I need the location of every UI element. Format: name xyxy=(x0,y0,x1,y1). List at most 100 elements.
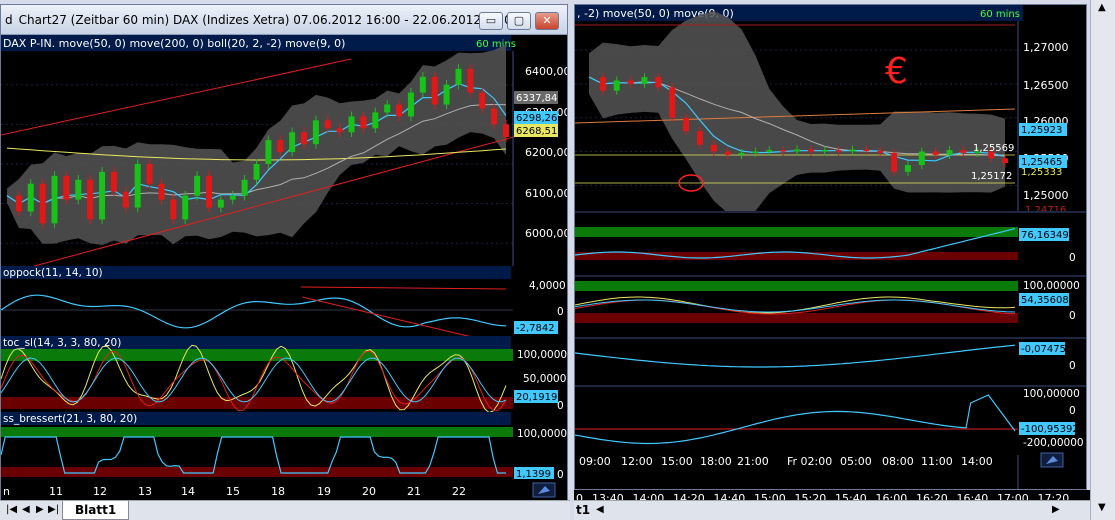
candle-body xyxy=(39,183,46,224)
coppock-tick: 0 xyxy=(557,306,564,318)
scroll-down-arrow[interactable]: ▼ xyxy=(1098,502,1106,513)
right-candle-body xyxy=(613,80,620,91)
right-candle-body xyxy=(877,150,884,153)
window-title-prefix: d xyxy=(5,12,13,27)
right-candle-body xyxy=(794,149,800,152)
stoch-value: 20,1919 xyxy=(516,392,557,403)
price-label-upper-band: 6337,84 xyxy=(516,93,557,104)
time-tick-label: 21 xyxy=(407,485,421,498)
right-candle-body xyxy=(932,151,939,155)
left-sheet-bar: |◀ ◀ ▶ ▶| Blatt1 xyxy=(0,500,570,520)
candle-body xyxy=(324,120,331,129)
right-time-tick-label: 08:00 xyxy=(882,455,914,468)
prev-sheet-button[interactable]: ◀ xyxy=(22,504,30,515)
right-candle-body xyxy=(655,77,662,88)
right-candle-body xyxy=(835,150,842,152)
panel4-value: -0,07475 xyxy=(1021,344,1066,355)
candle-body xyxy=(170,199,177,220)
candle-body xyxy=(479,92,486,109)
eurusd-window: , -2) move(50, 0) move(9, 0) 60 mins € 1… xyxy=(574,4,1087,490)
euro-annotation: € xyxy=(885,51,908,92)
time-tick-label: 18 xyxy=(271,485,285,498)
panel3-tick: 0 xyxy=(1069,310,1076,322)
right-price-label-d: 1,25333 xyxy=(1021,167,1062,178)
candle-body xyxy=(289,132,296,153)
right-time-tick-label: 18:00 xyxy=(700,455,732,468)
candle-body xyxy=(205,175,212,208)
right-time-tick-label: 14:00 xyxy=(961,455,993,468)
close-button[interactable]: ✕ xyxy=(535,12,559,30)
candle-body xyxy=(194,175,201,196)
last-sheet-button[interactable]: ▶| xyxy=(48,504,59,515)
candle-body xyxy=(467,68,474,93)
right-candle-body xyxy=(766,150,773,152)
right-next-sheet-button[interactable]: ▶ xyxy=(1052,504,1060,515)
right-candle-body xyxy=(738,152,745,155)
candle-body xyxy=(312,120,319,145)
stoch-tick: 100,0000 xyxy=(517,349,567,361)
right-scrollbar[interactable]: ▲ ▼ xyxy=(1090,0,1115,520)
price-tick: 6100,00 xyxy=(525,187,567,200)
right-price-label-e: 1,25172 xyxy=(971,171,1012,182)
sheet-tab-blatt1[interactable]: Blatt1 xyxy=(62,501,130,520)
time-tick-label: 13 xyxy=(138,485,152,498)
time-tick-label: 15 xyxy=(226,485,240,498)
right-time-tick-label: 21:00 xyxy=(737,455,769,468)
candle-body xyxy=(229,195,236,200)
stoch-tick: 0 xyxy=(557,400,564,412)
candle-body xyxy=(336,128,343,133)
right-candle-body xyxy=(807,149,814,152)
eurusd-chart-area[interactable]: , -2) move(50, 0) move(9, 0) 60 mins € 1… xyxy=(575,5,1086,489)
time-tick-label: n xyxy=(3,485,10,498)
candle-body xyxy=(407,92,414,117)
time-tick-label: 20 xyxy=(362,485,376,498)
price-tick: 6200,00 xyxy=(525,146,567,159)
candle-body xyxy=(455,68,462,85)
candle-body xyxy=(384,104,391,113)
candle-body xyxy=(372,112,379,129)
minimize-button[interactable]: ▭ xyxy=(479,12,503,30)
right-price-label-a: 1,25923 xyxy=(1021,125,1062,136)
right-candle-body xyxy=(696,131,703,145)
coppock-legend: oppock(11, 14, 10) xyxy=(3,267,103,279)
right-prev-sheet-button[interactable]: ◀ xyxy=(596,504,604,515)
price-tick: 6000,00 xyxy=(525,227,567,240)
sheet-tab-right[interactable]: t1 xyxy=(576,503,590,517)
right-candle-body xyxy=(960,150,967,153)
panel3-tick: 100,00000 xyxy=(1023,280,1080,292)
candle-body xyxy=(15,195,22,212)
bressert-legend: ss_bressert(21, 3, 80, 20) xyxy=(3,413,137,425)
candle-body xyxy=(503,124,509,137)
time-tick-label: 22 xyxy=(452,485,466,498)
time-tick-label: 14 xyxy=(181,485,195,498)
next-sheet-button[interactable]: ▶ xyxy=(36,504,44,515)
right-price-tick: 1,26500 xyxy=(1023,79,1069,92)
price-label-ma: 6298,26 xyxy=(516,113,557,124)
candle-body xyxy=(491,108,498,125)
scroll-up-arrow[interactable]: ▲ xyxy=(1098,2,1106,13)
first-sheet-button[interactable]: |◀ xyxy=(6,504,17,515)
right-time-tick-label: 09:00 xyxy=(579,455,611,468)
candle-body xyxy=(99,171,106,220)
right-candle-body xyxy=(627,80,634,84)
candle-body xyxy=(253,163,260,180)
panel5-value: -100,95392 xyxy=(1021,424,1079,435)
candle-body xyxy=(158,183,165,200)
candle-body xyxy=(241,179,248,196)
price-tick: 6400,00 xyxy=(525,65,567,78)
panel4-tick: 0 xyxy=(1069,360,1076,372)
candle-body xyxy=(122,191,129,208)
candle-body xyxy=(396,104,403,117)
maximize-button[interactable]: ▢ xyxy=(507,12,531,30)
dax-chart-area[interactable]: DAX P-IN. move(50, 0) move(200, 0) boll(… xyxy=(1,35,567,501)
candle-body xyxy=(134,163,141,208)
time-tick-label: 19 xyxy=(317,485,331,498)
panel2-tick: 0 xyxy=(1069,252,1076,264)
candle-body xyxy=(348,116,355,133)
right-time-tick-label: 15:00 xyxy=(661,455,693,468)
right-candle-body xyxy=(669,87,676,118)
right-candle-body xyxy=(891,152,898,172)
right-candle-body xyxy=(641,77,648,84)
right-sheet-bar: t1 ◀ ▶ xyxy=(574,500,1094,520)
right-candle-body xyxy=(904,165,911,172)
